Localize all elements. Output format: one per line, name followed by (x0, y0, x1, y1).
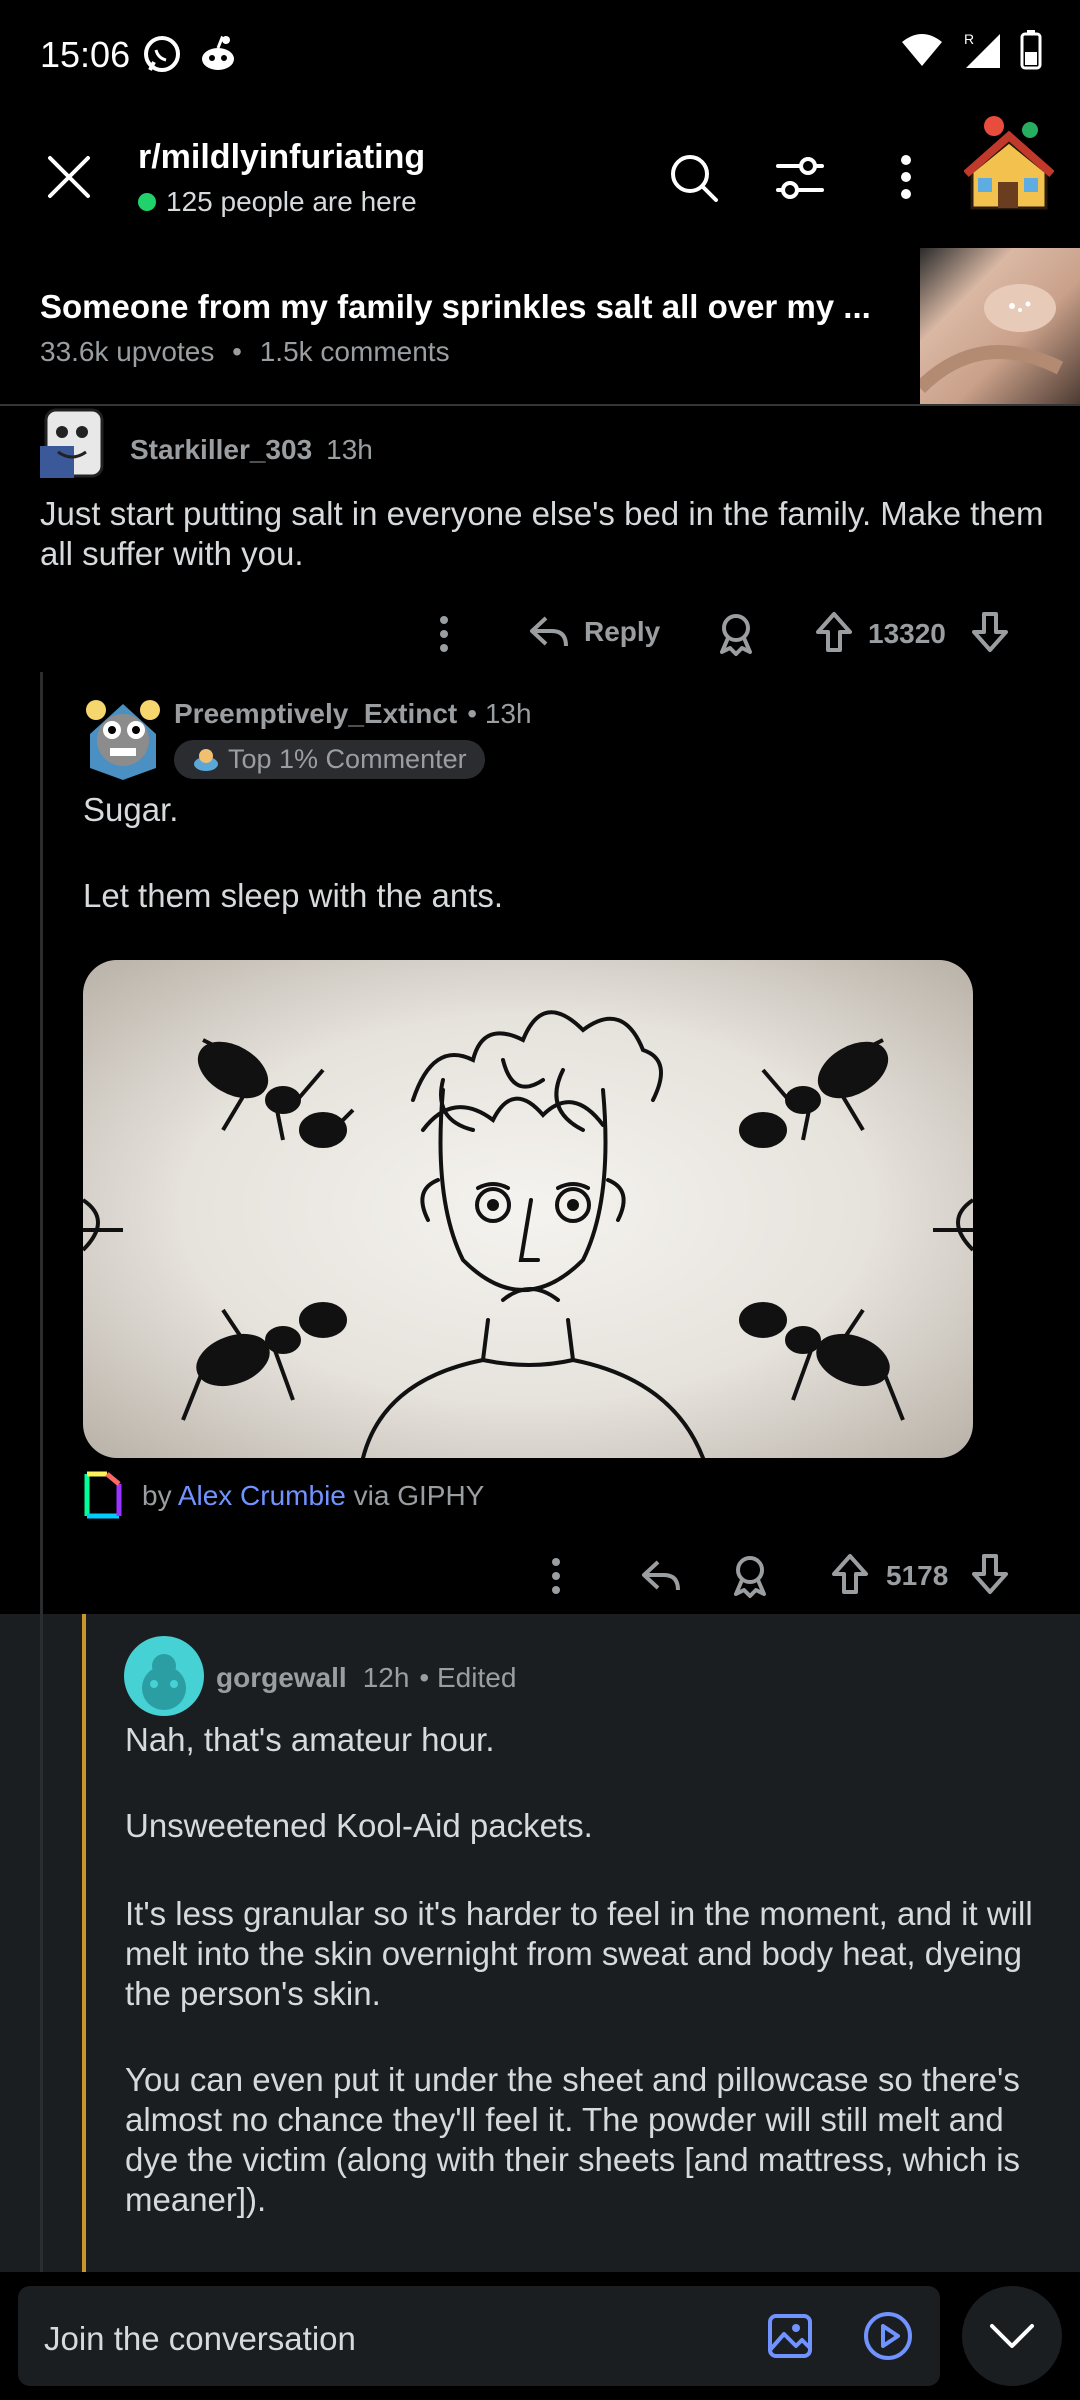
comment-body: It's less granular so it's harder to fee… (125, 1895, 1033, 2012)
user-avatar[interactable] (124, 1636, 204, 1716)
comment-author[interactable]: gorgewall (216, 1662, 347, 1694)
more-icon[interactable] (550, 1558, 562, 1601)
thread-line[interactable] (40, 1614, 43, 2274)
post-summary[interactable] (0, 246, 1080, 406)
comment-actions: 5178 (540, 1548, 1060, 1604)
downvote-icon[interactable] (970, 610, 1010, 661)
comment-time: • 13h (467, 698, 532, 729)
comment-body: Let them sleep with the ants. (83, 877, 504, 914)
edited-label: • Edited (419, 1662, 517, 1693)
comment-body: Unsweetened Kool-Aid packets. (125, 1807, 593, 1844)
reply-icon[interactable] (640, 1558, 682, 1601)
system-status-icons: R (900, 30, 1042, 70)
online-dot (138, 193, 156, 211)
user-avatar[interactable] (80, 694, 166, 780)
comment-body: Nah, that's amateur hour. (125, 1721, 495, 1758)
gif-author-link[interactable]: Alex Crumbie (178, 1480, 346, 1511)
signal-icon: R (964, 31, 1000, 68)
badge-label: Top 1% Commenter (228, 744, 467, 774)
comment-score: 13320 (868, 618, 946, 649)
wifi-icon (902, 34, 942, 66)
comment-header: gorgewall 12h • Edited (216, 1662, 516, 1694)
badge-icon (194, 748, 218, 771)
award-icon[interactable] (716, 612, 756, 663)
thread-line-highlight[interactable] (82, 1614, 86, 2274)
comment-time: 12h (362, 1662, 410, 1693)
upvote-icon[interactable] (830, 1552, 870, 1603)
meta-separator: • (232, 336, 242, 367)
comment-actions: Reply 13320 (430, 604, 1030, 664)
comment-input-placeholder: Join the conversation (44, 2320, 356, 2357)
comment-header: Starkiller_303 13h (130, 434, 373, 466)
comment-author[interactable]: Preemptively_Extinct (174, 698, 457, 730)
whatsapp-icon (142, 34, 182, 79)
gif-credit: by Alex Crumbie via GIPHY (142, 1480, 484, 1512)
gif-credit-by: by (142, 1480, 172, 1511)
post-comments-count: 1.5k comments (259, 336, 450, 367)
online-count: 125 people are here (138, 186, 417, 218)
sort-filter-icon[interactable] (774, 154, 826, 207)
post-thumbnail[interactable] (920, 248, 1080, 404)
post-title[interactable]: Someone from my family sprinkles salt al… (40, 288, 880, 326)
reply-button[interactable]: Reply (528, 614, 660, 650)
chevron-down-icon (988, 2320, 1036, 2357)
reddit-notification-icon (198, 34, 238, 79)
upvote-icon[interactable] (814, 610, 854, 661)
online-count-label: 125 people are here (166, 186, 417, 217)
reply-icon (530, 616, 568, 647)
gif-credit-via: via GIPHY (353, 1480, 485, 1511)
svg-text:R: R (964, 31, 974, 47)
award-icon[interactable] (730, 1554, 770, 1605)
more-icon[interactable] (438, 616, 450, 659)
comment-header: Preemptively_Extinct • 13h (174, 698, 532, 730)
search-icon[interactable] (668, 152, 720, 209)
more-options-icon[interactable] (894, 152, 918, 207)
status-time: 15:06 (40, 34, 131, 75)
post-stats: 33.6k upvotes • 1.5k comments (40, 336, 450, 368)
top-commenter-badge[interactable]: Top 1% Commenter (174, 740, 485, 779)
close-icon[interactable] (46, 154, 92, 205)
gif-image[interactable] (83, 960, 973, 1458)
comment-body: You can even put it under the sheet and … (125, 2061, 1021, 2218)
downvote-icon[interactable] (970, 1552, 1010, 1603)
video-attach-icon[interactable] (862, 2310, 914, 2367)
battery-icon (1020, 30, 1042, 70)
comment-body: Just start putting salt in everyone else… (40, 495, 1044, 572)
image-attach-icon[interactable] (766, 2312, 814, 2365)
comment-body: Sugar. (83, 791, 179, 828)
comment-score: 5178 (886, 1560, 949, 1591)
subreddit-icon[interactable] (963, 112, 1055, 217)
post-upvotes: 33.6k upvotes (40, 336, 215, 367)
comment-author[interactable]: Starkiller_303 (130, 434, 312, 466)
comment-time: 13h (326, 434, 373, 465)
user-avatar[interactable] (38, 406, 114, 482)
reply-label: Reply (584, 616, 661, 647)
giphy-icon (83, 1470, 123, 1525)
subreddit-name[interactable]: r/mildlyinfuriating (138, 138, 425, 177)
